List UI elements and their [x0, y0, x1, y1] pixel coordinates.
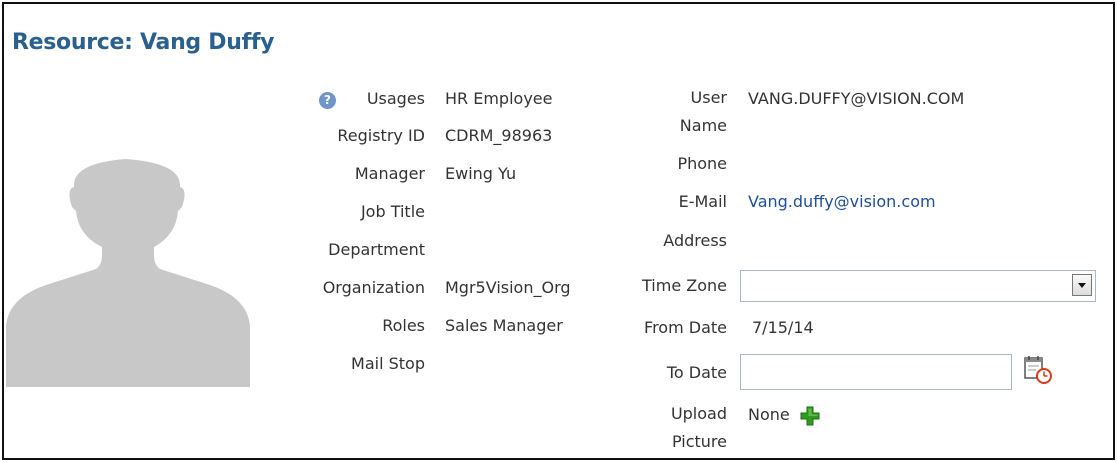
organization-value: Mgr5Vision_Org [445, 278, 571, 297]
chevron-down-icon[interactable] [1072, 274, 1092, 296]
time-zone-label: Time Zone [642, 276, 727, 295]
organization-label: Organization [322, 278, 425, 297]
email-label: E-Mail [678, 192, 727, 211]
usages-label: Usages [366, 89, 425, 108]
page-title: Resource: Vang Duffy [12, 30, 275, 55]
from-date-value: 7/15/14 [752, 318, 814, 337]
to-date-label: To Date [666, 363, 727, 382]
roles-value: Sales Manager [445, 316, 563, 335]
to-date-input[interactable] [740, 354, 1012, 390]
person-silhouette-icon [6, 159, 250, 387]
add-plus-icon[interactable] [800, 406, 820, 426]
phone-label: Phone [677, 154, 727, 173]
department-label: Department [328, 240, 425, 259]
email-link[interactable]: Vang.duffy@vision.com [748, 191, 936, 213]
usages-value: HR Employee [445, 89, 553, 108]
time-zone-select[interactable] [740, 270, 1096, 302]
roles-label: Roles [382, 316, 425, 335]
registry-id-value: CDRM_98963 [445, 126, 553, 145]
manager-label: Manager [354, 164, 425, 183]
manager-value: Ewing Yu [445, 164, 517, 183]
help-icon[interactable]: ? [319, 92, 336, 109]
resource-panel: Resource: Vang Duffy ? Usages HR Employe… [2, 2, 1115, 460]
address-label: Address [663, 231, 727, 250]
user-name-label: User Name [679, 88, 727, 135]
registry-id-label: Registry ID [337, 126, 425, 145]
calendar-clock-icon[interactable] [1022, 354, 1054, 386]
job-title-label: Job Title [360, 202, 425, 221]
avatar [6, 159, 250, 387]
upload-picture-value: None [748, 405, 790, 424]
mail-stop-label: Mail Stop [351, 354, 425, 373]
from-date-label: From Date [644, 318, 727, 337]
user-name-value: VANG.DUFFY@VISION.COM [748, 89, 965, 108]
upload-picture-label: Upload Picture [670, 404, 727, 451]
